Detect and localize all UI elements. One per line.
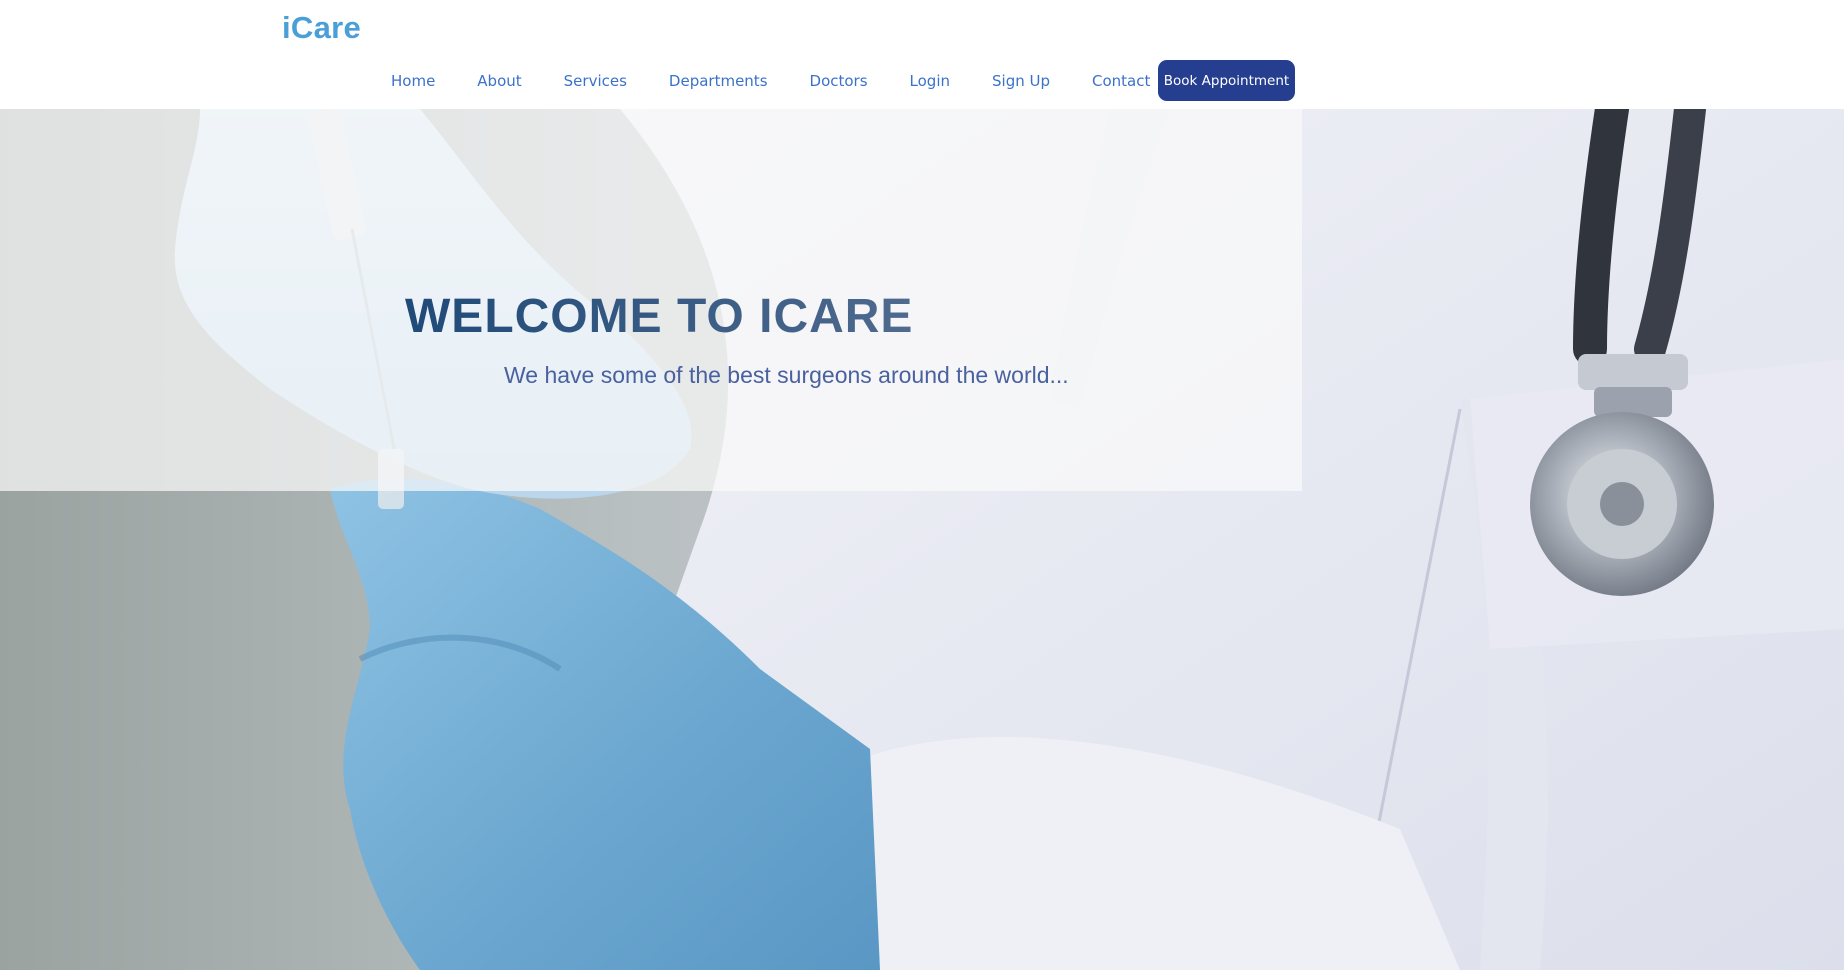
site-header: iCare Home About Services Departments Do… — [0, 0, 1844, 109]
hero-section: WELCOME TO ICARE We have some of the bes… — [0, 109, 1844, 970]
nav-signup-link[interactable]: Sign Up — [992, 72, 1050, 90]
book-appointment-button[interactable]: Book Appointment — [1158, 60, 1295, 101]
nav-login-link[interactable]: Login — [910, 72, 950, 90]
nav-services-link[interactable]: Services — [564, 72, 627, 90]
main-nav: Home About Services Departments Doctors … — [370, 60, 1171, 102]
brand-logo[interactable]: iCare — [282, 10, 361, 46]
hero-title: WELCOME TO ICARE — [405, 290, 914, 343]
nav-contact-link[interactable]: Contact — [1092, 72, 1150, 90]
nav-doctors-link[interactable]: Doctors — [810, 72, 868, 90]
nav-about-link[interactable]: About — [477, 72, 521, 90]
hero-subtitle: We have some of the best surgeons around… — [504, 362, 1069, 388]
nav-departments-link[interactable]: Departments — [669, 72, 768, 90]
nav-home-link[interactable]: Home — [391, 72, 435, 90]
